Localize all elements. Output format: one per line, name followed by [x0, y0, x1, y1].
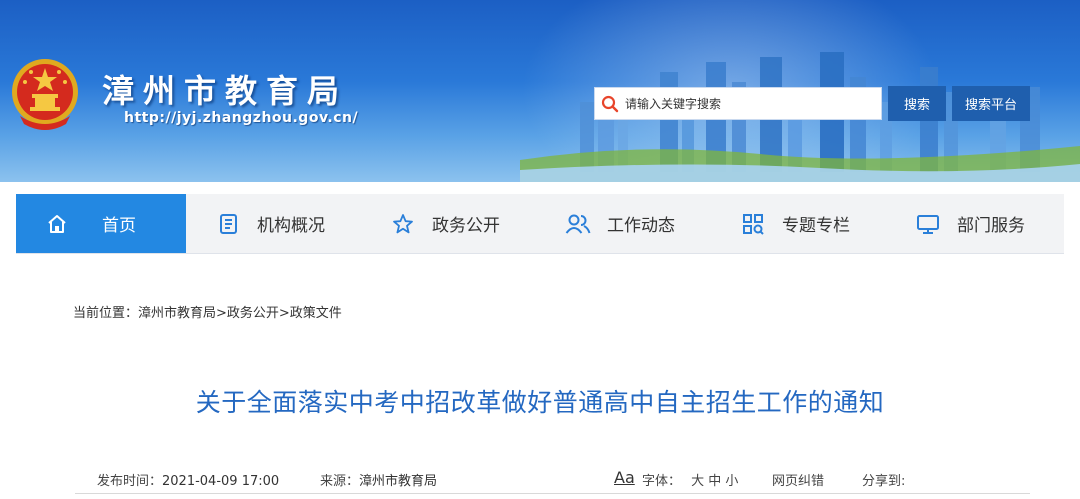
source-value: 漳州市教育局: [359, 474, 438, 489]
nav-label-work-news: 工作动态: [607, 216, 675, 236]
document-list-icon: [215, 211, 241, 237]
nav-item-department-services[interactable]: 部门服务: [886, 194, 1064, 253]
font-size-icon: Aa: [614, 468, 635, 487]
main-nav: 首页 机构概况 政务公开 工作动态 专题专栏 部门服务: [16, 194, 1064, 253]
source-label: 来源：: [320, 474, 360, 489]
national-emblem-icon: [12, 59, 78, 130]
nav-label-institution: 机构概况: [257, 216, 325, 236]
search-platform-button[interactable]: 搜索平台: [952, 86, 1030, 121]
publish-time-label: 发布时间：: [97, 474, 163, 489]
nav-label-gov-affairs: 政务公开: [432, 216, 500, 236]
nav-item-special-topics[interactable]: 专题专栏: [711, 194, 886, 253]
source: 来源：漳州市教育局: [320, 470, 437, 489]
nav-label-special-topics: 专题专栏: [782, 216, 850, 236]
site-url[interactable]: http://jyj.zhangzhou.gov.cn/: [124, 110, 358, 126]
search-icon: [595, 87, 625, 120]
publish-time-value: 2021-04-09 17:00: [162, 474, 280, 489]
header-banner: 漳州市教育局 http://jyj.zhangzhou.gov.cn/ 搜索 搜…: [0, 0, 1080, 182]
nav-item-gov-affairs[interactable]: 政务公开: [361, 194, 536, 253]
search-input[interactable]: [625, 88, 875, 119]
meta-divider: [75, 493, 1030, 494]
star-icon: [390, 211, 416, 237]
font-size-options[interactable]: 大 中 小: [691, 474, 738, 489]
breadcrumb[interactable]: 当前位置：漳州市教育局>政务公开>政策文件: [73, 302, 342, 321]
site-title: 漳州市教育局: [102, 72, 349, 110]
correction-link[interactable]: 网页纠错: [772, 470, 824, 489]
nav-item-work-news[interactable]: 工作动态: [536, 194, 711, 253]
home-icon: [44, 211, 70, 237]
search-box: [594, 87, 882, 120]
monitor-icon: [915, 211, 941, 237]
nav-label-department-services: 部门服务: [957, 216, 1025, 236]
nav-item-institution[interactable]: 机构概况: [186, 194, 361, 253]
nav-label-home: 首页: [102, 216, 136, 236]
article-title: 关于全面落实中考中招改革做好普通高中自主招生工作的通知: [195, 388, 885, 417]
nav-item-home[interactable]: 首页: [16, 194, 186, 253]
search-button[interactable]: 搜索: [888, 86, 946, 121]
font-size-label: 字体：: [642, 474, 682, 489]
users-icon: [565, 211, 591, 237]
grid-search-icon: [740, 211, 766, 237]
nav-divider: [16, 253, 1064, 254]
font-size-control: 字体： 大 中 小: [642, 470, 738, 489]
publish-time: 发布时间：2021-04-09 17:00: [97, 470, 279, 489]
share-label: 分享到:: [862, 474, 906, 489]
